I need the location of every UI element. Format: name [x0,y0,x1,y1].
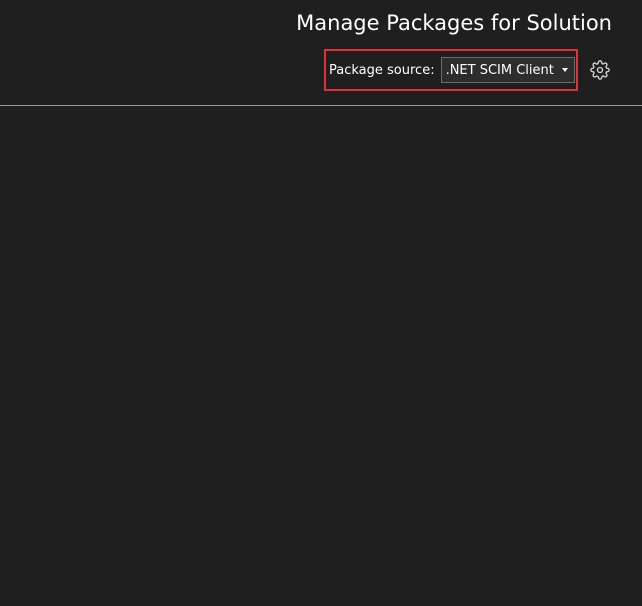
package-list-area [0,106,642,606]
package-source-dropdown[interactable]: .NET SCIM Client [440,57,575,83]
page-title: Manage Packages for Solution [296,11,612,35]
settings-button[interactable] [590,60,610,80]
package-source-label: Package source: [329,62,435,78]
chevron-down-icon [561,68,568,72]
gear-icon [590,60,610,80]
package-source-selected-value: .NET SCIM Client [445,62,554,78]
package-source-bar: Package source: .NET SCIM Client [324,49,578,91]
